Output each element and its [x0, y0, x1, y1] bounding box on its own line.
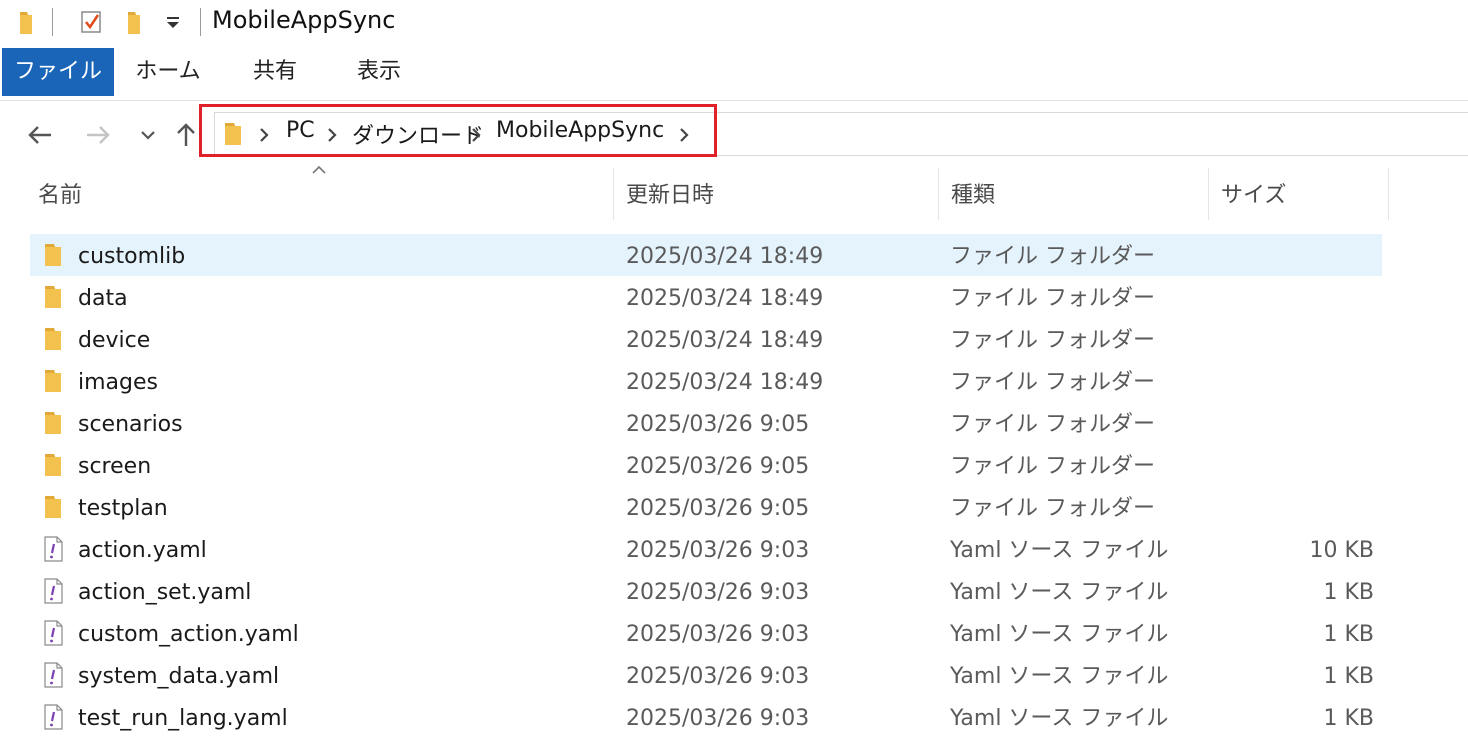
file-type: Yaml ソース ファイル	[950, 664, 1169, 689]
file-date: 2025/03/24 18:49	[626, 286, 824, 311]
file-name: testplan	[78, 496, 168, 521]
new-folder-icon[interactable]	[126, 10, 142, 36]
file-type: ファイル フォルダー	[950, 244, 1155, 269]
yaml-file-icon	[44, 578, 63, 604]
column-header-size[interactable]: サイズ	[1213, 178, 1387, 218]
file-date: 2025/03/24 18:49	[626, 328, 824, 353]
customize-toolbar-dropdown-icon[interactable]	[164, 12, 182, 32]
arrow-up-icon	[177, 123, 195, 146]
tab-share[interactable]: 共有	[238, 48, 312, 96]
file-name: data	[78, 286, 128, 311]
file-row[interactable]: images 2025/03/24 18:49 ファイル フォルダー	[30, 360, 1382, 402]
file-date: 2025/03/24 18:49	[626, 244, 824, 269]
ribbon: ファイル ホーム 共有 表示	[0, 48, 1468, 101]
file-row[interactable]: action_set.yaml 2025/03/26 9:03 Yaml ソース フ…	[30, 570, 1382, 612]
tab-view[interactable]: 表示	[340, 48, 418, 96]
column-divider[interactable]	[938, 168, 939, 220]
file-name: test_run_lang.yaml	[78, 706, 288, 731]
file-name: system_data.yaml	[78, 664, 280, 689]
folder-icon	[45, 412, 61, 434]
column-header-type[interactable]: 種類	[943, 178, 1207, 218]
file-row[interactable]: screen 2025/03/26 9:05 ファイル フォルダー	[30, 444, 1382, 486]
file-size: 10 KB	[1309, 538, 1374, 563]
arrow-left-icon	[28, 126, 51, 144]
separator	[52, 8, 53, 36]
column-header-date[interactable]: 更新日時	[618, 178, 938, 218]
file-date: 2025/03/26 9:05	[626, 454, 810, 479]
file-row[interactable]: system_data.yaml 2025/03/26 9:03 Yaml ソース …	[30, 654, 1382, 696]
folder-icon	[45, 286, 61, 308]
file-row[interactable]: scenarios 2025/03/26 9:05 ファイル フォルダー	[30, 402, 1382, 444]
file-row[interactable]: action.yaml 2025/03/26 9:03 Yaml ソース ファイル 1…	[30, 528, 1382, 570]
yaml-file-icon	[44, 704, 63, 730]
file-size: 1 KB	[1323, 622, 1374, 647]
chevron-down-icon	[141, 131, 155, 140]
file-row[interactable]: device 2025/03/24 18:49 ファイル フォルダー	[30, 318, 1382, 360]
file-date: 2025/03/24 18:49	[626, 370, 824, 395]
arrow-right-icon	[87, 126, 110, 144]
file-type: ファイル フォルダー	[950, 370, 1155, 395]
file-name: images	[78, 370, 158, 395]
file-name: screen	[78, 454, 152, 479]
folder-icon	[20, 12, 32, 34]
yaml-file-icon	[44, 662, 63, 688]
file-date: 2025/03/26 9:05	[626, 496, 810, 521]
up-button[interactable]	[170, 118, 202, 152]
window-title: MobileAppSync	[212, 6, 396, 34]
file-name: scenarios	[78, 412, 183, 437]
file-name: action.yaml	[78, 538, 207, 563]
file-row[interactable]: data 2025/03/24 18:49 ファイル フォルダー	[30, 276, 1382, 318]
file-type: Yaml ソース ファイル	[950, 580, 1169, 605]
address-highlight-box	[199, 104, 717, 157]
folder-icon	[45, 328, 61, 350]
column-divider[interactable]	[613, 168, 614, 220]
recent-locations-button[interactable]	[132, 118, 164, 152]
file-name: custom_action.yaml	[78, 622, 299, 647]
file-name: customlib	[78, 244, 186, 269]
file-row[interactable]: testplan 2025/03/26 9:05 ファイル フォルダー	[30, 486, 1382, 528]
file-name: action_set.yaml	[78, 580, 252, 605]
back-button[interactable]	[24, 118, 56, 152]
forward-button[interactable]	[82, 118, 114, 152]
yaml-file-icon	[44, 536, 63, 562]
file-date: 2025/03/26 9:03	[626, 622, 810, 647]
file-type: ファイル フォルダー	[950, 496, 1155, 521]
file-row[interactable]: custom_action.yaml 2025/03/26 9:03 Yaml ソー…	[30, 612, 1382, 654]
column-divider[interactable]	[1208, 168, 1209, 220]
file-type: Yaml ソース ファイル	[950, 706, 1169, 731]
file-date: 2025/03/26 9:05	[626, 412, 810, 437]
tab-file[interactable]: ファイル	[2, 48, 114, 96]
file-date: 2025/03/26 9:03	[626, 580, 810, 605]
tab-home[interactable]: ホーム	[126, 48, 210, 96]
folder-icon	[45, 454, 61, 476]
folder-icon	[45, 244, 61, 266]
folder-icon	[45, 496, 61, 518]
file-size: 1 KB	[1323, 580, 1374, 605]
file-type: ファイル フォルダー	[950, 412, 1155, 437]
file-date: 2025/03/26 9:03	[626, 664, 810, 689]
file-date: 2025/03/26 9:03	[626, 706, 810, 731]
file-type: ファイル フォルダー	[950, 328, 1155, 353]
file-name: device	[78, 328, 151, 353]
separator	[200, 8, 201, 36]
file-type: Yaml ソース ファイル	[950, 622, 1169, 647]
file-size: 1 KB	[1323, 706, 1374, 731]
column-divider[interactable]	[1388, 168, 1389, 220]
file-row[interactable]: test_run_lang.yaml 2025/03/26 9:03 Yaml ソー…	[30, 696, 1382, 738]
yaml-file-icon	[44, 620, 63, 646]
file-size: 1 KB	[1323, 664, 1374, 689]
file-row[interactable]: customlib 2025/03/24 18:49 ファイル フォルダー	[30, 234, 1382, 276]
file-date: 2025/03/26 9:03	[626, 538, 810, 563]
file-type: ファイル フォルダー	[950, 454, 1155, 479]
properties-icon[interactable]	[80, 9, 102, 35]
column-header-name[interactable]: 名前	[30, 178, 614, 218]
sort-ascending-icon	[312, 165, 326, 174]
file-type: ファイル フォルダー	[950, 286, 1155, 311]
folder-icon	[45, 370, 61, 392]
file-type: Yaml ソース ファイル	[950, 538, 1169, 563]
